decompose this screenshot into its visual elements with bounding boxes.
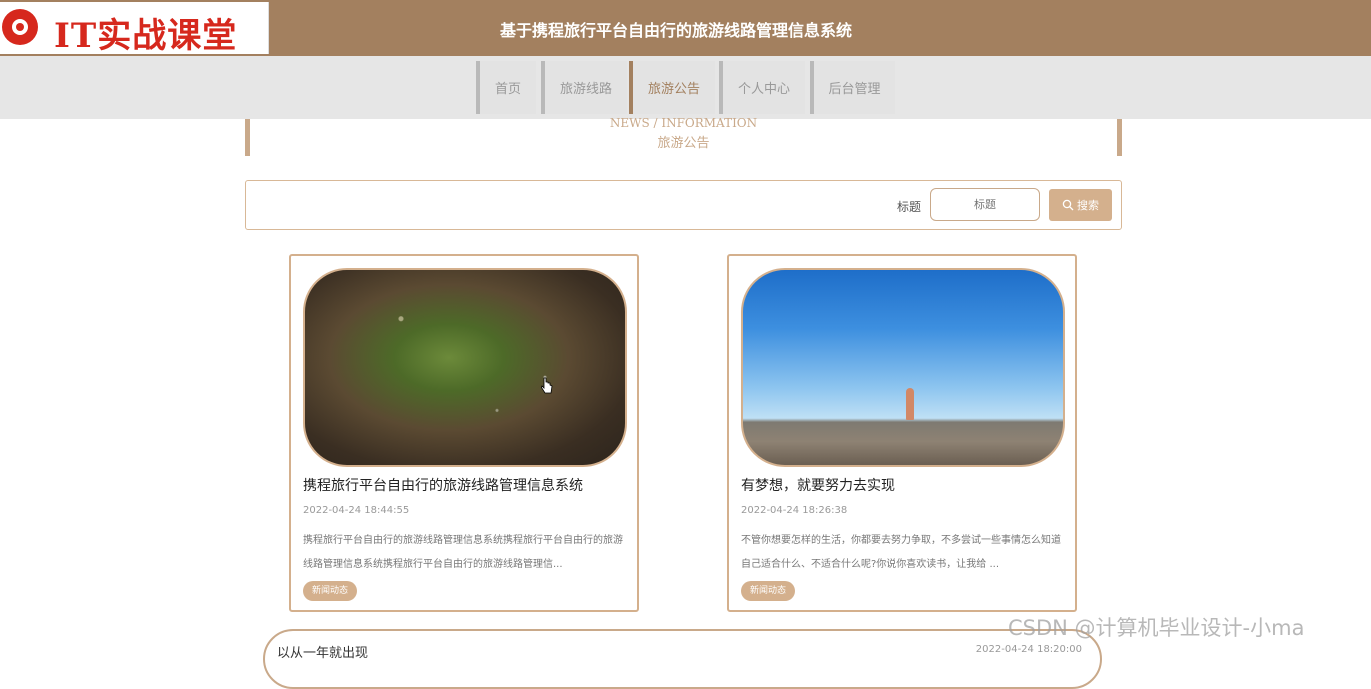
- person-figure: [906, 388, 914, 420]
- card-excerpt: 携程旅行平台自由行的旅游线路管理信息系统携程旅行平台自由行的旅游线路管理信息系统…: [303, 535, 623, 570]
- search-label: 标题: [897, 200, 922, 214]
- card-tag: 新闻动态: [303, 581, 358, 601]
- watermark: CSDN @计算机毕业设计-小ma: [1008, 616, 1305, 640]
- list-item-date: 2022-04-24 18:20:00: [975, 644, 1082, 655]
- nav-item-routes[interactable]: 旅游线路: [541, 61, 627, 114]
- site-header: IT实战课堂 基于携程旅行平台自由行的旅游线路管理信息系统: [0, 0, 1371, 56]
- site-title: 基于携程旅行平台自由行的旅游线路管理信息系统: [500, 21, 853, 40]
- search-input[interactable]: [930, 188, 1040, 221]
- nav-item-home[interactable]: 首页: [476, 61, 536, 114]
- nav-item-announcements[interactable]: 旅游公告: [629, 61, 715, 114]
- list-item-title[interactable]: 以从一年就出现: [277, 642, 368, 661]
- card-title[interactable]: 有梦想，就要努力去实现: [741, 475, 895, 495]
- card-image[interactable]: [741, 268, 1065, 467]
- nav-item-profile[interactable]: 个人中心: [719, 61, 805, 114]
- logo[interactable]: IT实战课堂: [0, 2, 269, 56]
- card-date: 2022-04-24 18:26:38: [741, 505, 848, 516]
- card-tag: 新闻动态: [741, 581, 796, 601]
- card-excerpt: 不管你想要怎样的生活，你都要去努力争取，不多尝试一些事情怎么知道自己适合什么、不…: [741, 535, 1061, 570]
- news-list-item[interactable]: 以从一年就出现 2022-04-24 18:20:00: [263, 629, 1102, 689]
- card-date: 2022-04-24 18:44:55: [303, 505, 410, 516]
- banner-subtitle: NEWS / INFORMATION: [609, 116, 758, 130]
- logo-text: IT实战课堂: [54, 16, 238, 56]
- nav-item-admin[interactable]: 后台管理: [810, 61, 895, 114]
- search-button[interactable]: 搜索: [1049, 189, 1112, 221]
- news-card[interactable]: 有梦想，就要努力去实现 2022-04-24 18:26:38 不管你想要怎样的…: [727, 254, 1077, 612]
- search-bar: 标题 搜索: [245, 180, 1122, 230]
- card-image[interactable]: [303, 268, 627, 467]
- main-nav: 首页 旅游线路 旅游公告 个人中心 后台管理: [0, 56, 1371, 119]
- news-card[interactable]: 携程旅行平台自由行的旅游线路管理信息系统 2022-04-24 18:44:55…: [289, 254, 639, 612]
- banner-title: 旅游公告: [657, 136, 710, 151]
- logo-icon: [2, 9, 38, 45]
- card-title[interactable]: 携程旅行平台自由行的旅游线路管理信息系统: [303, 475, 583, 495]
- search-button-label: 搜索: [1077, 199, 1099, 212]
- hand-cursor-icon: [541, 377, 553, 394]
- section-banner: NEWS / INFORMATION 旅游公告: [245, 116, 1122, 156]
- search-icon: [1062, 199, 1074, 211]
